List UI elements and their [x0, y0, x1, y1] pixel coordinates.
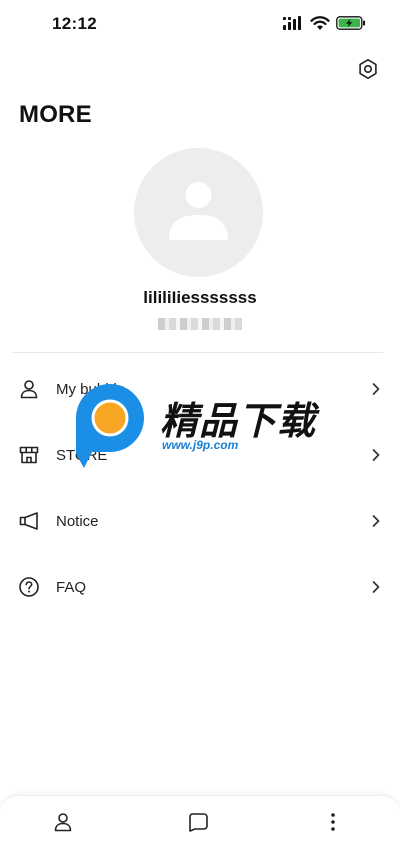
- megaphone-icon: [18, 510, 40, 532]
- nav-profile-button[interactable]: [49, 808, 77, 836]
- watermark-logo: [76, 384, 144, 468]
- menu-item-notice[interactable]: Notice: [0, 493, 400, 549]
- chevron-right-icon: [370, 448, 382, 462]
- person-icon: [169, 182, 228, 240]
- settings-button[interactable]: [354, 55, 382, 83]
- username: lililiIiesssssss: [143, 288, 257, 307]
- chat-icon: [189, 813, 208, 832]
- store-icon: [18, 444, 40, 466]
- chevron-right-icon: [370, 514, 382, 528]
- status-bar: 12:12: [0, 0, 400, 48]
- menu-item-label: Notice: [56, 512, 99, 530]
- bottom-nav: [0, 795, 400, 853]
- wifi-icon: [310, 16, 330, 30]
- gear-icon: [359, 59, 377, 79]
- chevron-right-icon: [370, 382, 382, 396]
- redacted-user-id: [158, 318, 242, 330]
- status-time: 12:12: [52, 14, 97, 33]
- nav-chat-button[interactable]: [184, 808, 212, 836]
- battery-charging-icon: [336, 16, 365, 30]
- watermark: 精品下载 www.j9p.com: [70, 382, 330, 472]
- profile-icon: [54, 813, 72, 832]
- avatar[interactable]: [134, 148, 263, 277]
- signal-icon: [283, 16, 301, 30]
- divider: [12, 352, 383, 353]
- menu-item-label: FAQ: [56, 578, 87, 596]
- user-id: [0, 316, 400, 332]
- page-title: MORE: [19, 101, 92, 128]
- more-icon: [331, 813, 335, 831]
- nav-more-button[interactable]: [319, 808, 347, 836]
- menu-item-faq[interactable]: FAQ: [0, 559, 400, 615]
- question-icon: [18, 576, 40, 598]
- watermark-url: www.j9p.com: [162, 438, 239, 452]
- person-icon: [18, 378, 40, 400]
- watermark-title: 精品下载: [160, 401, 317, 443]
- chevron-right-icon: [370, 580, 382, 594]
